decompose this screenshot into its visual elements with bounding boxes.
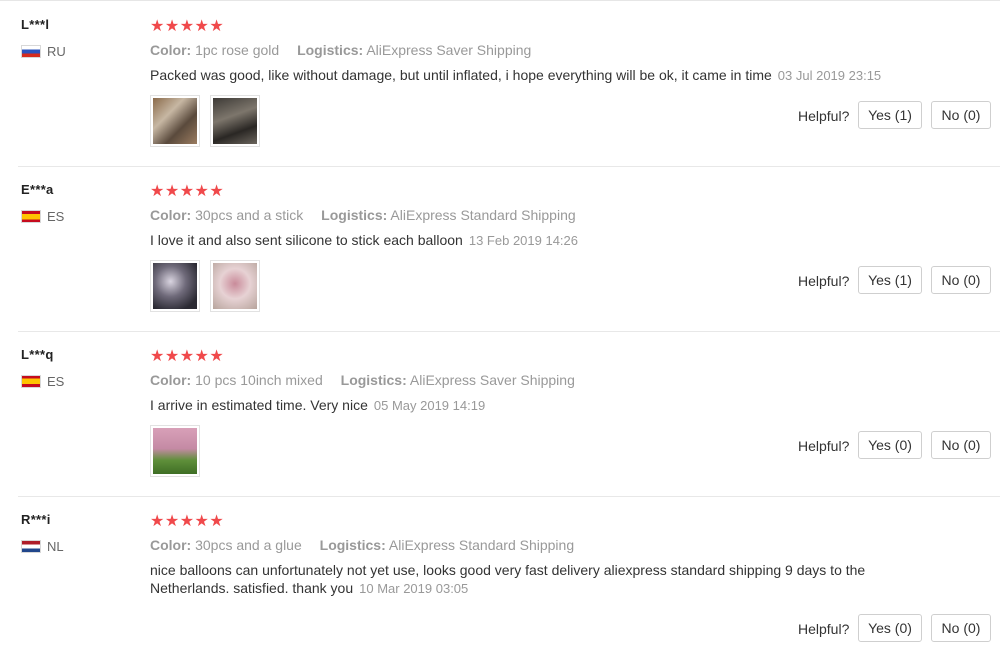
logistics-value: AliExpress Standard Shipping	[388, 537, 575, 553]
star-rating: ★★★★★	[150, 18, 225, 35]
review-photo-thumbnail[interactable]	[150, 95, 200, 147]
review-text: I arrive in estimated time. Very nice 05 …	[150, 396, 485, 415]
logistics-label: Logistics:	[340, 372, 407, 388]
country-code: ES	[47, 209, 65, 224]
review-photos	[150, 260, 260, 312]
review-body: nice balloons can unfortunately not yet …	[150, 562, 866, 578]
color-label: Color:	[150, 42, 192, 58]
review-date: 05 May 2019 14:19	[373, 398, 486, 413]
review-text: I love it and also sent silicone to stic…	[150, 231, 578, 250]
color-label: Color:	[150, 207, 192, 223]
review-divider	[18, 166, 1000, 167]
helpful-no-button[interactable]: No (0)	[931, 266, 991, 294]
review-photo-thumbnail[interactable]	[210, 260, 260, 312]
review-text: Packed was good, like without damage, bu…	[150, 66, 881, 85]
review-meta: Color: 30pcs and a stick Logistics: AliE…	[150, 207, 576, 223]
review-meta: Color: 30pcs and a glue Logistics: AliEx…	[150, 537, 574, 553]
helpful-label: Helpful?	[798, 438, 850, 454]
reviewer-country: RU	[21, 44, 66, 59]
review-date: 03 Jul 2019 23:15	[777, 68, 882, 83]
color-value: 30pcs and a stick	[195, 207, 304, 223]
review-photo-thumbnail[interactable]	[210, 95, 260, 147]
color-value: 30pcs and a glue	[195, 537, 302, 553]
helpful-yes-button[interactable]: Yes (0)	[858, 431, 922, 459]
color-value: 1pc rose gold	[195, 42, 280, 58]
review-date: 13 Feb 2019 14:26	[468, 233, 579, 248]
star-rating: ★★★★★	[150, 513, 225, 530]
reviewer-name: L***l	[21, 17, 50, 32]
country-code: RU	[47, 44, 66, 59]
review-divider	[18, 331, 1000, 332]
logistics-value: AliExpress Standard Shipping	[390, 207, 576, 223]
color-label: Color:	[150, 372, 192, 388]
spain-flag-icon	[21, 210, 41, 223]
helpful-label: Helpful?	[798, 621, 850, 637]
review-body-continued: Netherlands. satisfied. thank you	[150, 580, 354, 596]
netherlands-flag-icon	[21, 540, 41, 553]
logistics-value: AliExpress Saver Shipping	[409, 372, 575, 388]
review-meta: Color: 1pc rose gold Logistics: AliExpre…	[150, 42, 531, 58]
star-rating: ★★★★★	[150, 183, 225, 200]
reviewer-name: E***a	[21, 182, 54, 197]
helpful-no-button[interactable]: No (0)	[931, 614, 991, 642]
helpful-yes-button[interactable]: Yes (0)	[858, 614, 922, 642]
country-code: NL	[47, 539, 64, 554]
reviewer-country: NL	[21, 539, 64, 554]
review-photo-thumbnail[interactable]	[150, 260, 200, 312]
reviewer-name: L***q	[21, 347, 54, 362]
review-divider	[18, 496, 1000, 497]
color-value: 10 pcs 10inch mixed	[195, 372, 323, 388]
logistics-label: Logistics:	[297, 42, 364, 58]
review-photo-thumbnail[interactable]	[150, 425, 200, 477]
review-date: 10 Mar 2019 03:05	[359, 581, 469, 596]
review-body: Packed was good, like without damage, bu…	[150, 67, 772, 83]
spain-flag-icon	[21, 375, 41, 388]
review-meta: Color: 10 pcs 10inch mixed Logistics: Al…	[150, 372, 575, 388]
review-body: I arrive in estimated time. Very nice	[150, 397, 368, 413]
helpful-no-button[interactable]: No (0)	[931, 431, 991, 459]
helpful-no-button[interactable]: No (0)	[931, 101, 991, 129]
helpful-label: Helpful?	[798, 108, 850, 124]
reviewer-country: ES	[21, 374, 64, 389]
country-code: ES	[47, 374, 65, 389]
color-label: Color:	[150, 537, 192, 553]
logistics-label: Logistics:	[319, 537, 386, 553]
helpful-yes-button[interactable]: Yes (1)	[858, 266, 922, 294]
top-divider	[0, 0, 1000, 1]
star-rating: ★★★★★	[150, 348, 225, 365]
logistics-value: AliExpress Saver Shipping	[366, 42, 532, 58]
helpful-yes-button[interactable]: Yes (1)	[858, 101, 922, 129]
logistics-label: Logistics:	[321, 207, 388, 223]
review-text: nice balloons can unfortunately not yet …	[150, 561, 865, 598]
review-photos	[150, 425, 200, 477]
review-body: I love it and also sent silicone to stic…	[150, 232, 463, 248]
russia-flag-icon	[21, 45, 41, 58]
reviewer-country: ES	[21, 209, 64, 224]
helpful-label: Helpful?	[798, 273, 850, 289]
review-photos	[150, 95, 260, 147]
reviewer-name: R***i	[21, 512, 51, 527]
